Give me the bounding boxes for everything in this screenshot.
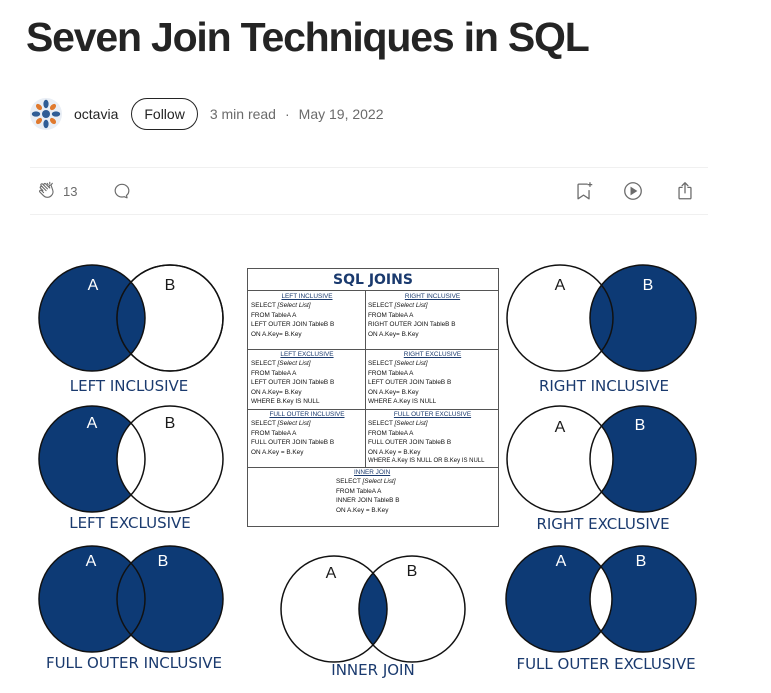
cell-line: SELECT [Select List] [368, 302, 428, 310]
comment-button[interactable] [112, 180, 132, 202]
read-time: 3 min read [209, 106, 276, 122]
listen-button[interactable] [622, 180, 644, 202]
share-icon [674, 180, 696, 202]
sql-cell-left-inclusive: LEFT INCLUSIVE SELECT [Select List] FROM… [251, 292, 363, 339]
cell-line: WHERE B.Key IS NULL [251, 398, 320, 406]
cell-line: FROM TableA A [251, 429, 297, 437]
cell-line: FROM TableA A [368, 429, 414, 437]
cell-heading: RIGHT INCLUSIVE [404, 293, 461, 300]
sql-joins-title: SQL JOINS [248, 269, 498, 291]
cell-heading: LEFT INCLUSIVE [281, 293, 333, 300]
byline: octavia Follow 3 min read · May 19, 2022 [30, 96, 384, 132]
cell-line: LEFT OUTER JOIN TableB B [251, 379, 335, 387]
cell-heading: FULL OUTER EXCLUSIVE [393, 411, 472, 418]
cell-line: ON A.Key= B.Key [368, 388, 419, 396]
cell-line: SELECT [Select List] [251, 302, 311, 310]
venn-label-inner-join: INNER JOIN [331, 661, 414, 679]
cell-line: RIGHT OUTER JOIN TableB B [368, 321, 456, 329]
cell-line: FROM TableA A [368, 311, 414, 319]
venn-label-full-outer-exclusive: FULL OUTER EXCLUSIVE [516, 655, 695, 673]
circle-a-label: A [555, 277, 566, 294]
cell-heading: INNER JOIN [354, 469, 391, 476]
cell-line: LEFT OUTER JOIN TableB B [251, 321, 335, 329]
venn-label-left-inclusive: LEFT INCLUSIVE [70, 377, 189, 395]
cell-line: SELECT [Select List] [251, 360, 311, 368]
cell-line: FROM TableA A [251, 369, 297, 377]
venn-label-full-outer-inclusive: FULL OUTER INCLUSIVE [46, 654, 222, 672]
venn-right-inclusive: A B RIGHT INCLUSIVE [506, 264, 697, 395]
comment-icon [112, 181, 132, 201]
cell-line: ON A.Key = B.Key [368, 448, 421, 456]
cell-line: ON A.Key= B.Key [368, 330, 419, 338]
venn-label-left-exclusive: LEFT EXCLUSIVE [69, 514, 191, 532]
cell-line: INNER JOIN TableB B [336, 497, 400, 505]
cell-line: FULL OUTER JOIN TableB B [368, 439, 452, 447]
cell-line: SELECT [Select List] [368, 420, 428, 428]
play-icon [622, 180, 644, 202]
circle-b-label: B [165, 415, 176, 432]
circle-a-label: A [88, 277, 99, 294]
venn-label-right-exclusive: RIGHT EXCLUSIVE [536, 515, 669, 533]
cell-line: SELECT [Select List] [368, 360, 428, 368]
circle-b-label: B [158, 553, 169, 570]
bookmark-add-icon [573, 180, 595, 202]
circle-a-label: A [87, 415, 98, 432]
circle-b-label: B [636, 553, 647, 570]
circle-b-label: B [635, 417, 646, 434]
cell-heading: LEFT EXCLUSIVE [280, 351, 334, 358]
table-divider [365, 291, 366, 467]
cell-line: FROM TableA A [336, 487, 382, 495]
share-button[interactable] [674, 180, 696, 202]
cell-line: ON A.Key= B.Key [251, 388, 302, 396]
save-button[interactable] [573, 180, 595, 202]
follow-button[interactable]: Follow [131, 98, 198, 130]
cell-line: WHERE A.Key IS NULL OR B.Key IS NULL [368, 458, 485, 465]
venn-label-right-inclusive: RIGHT INCLUSIVE [539, 377, 669, 395]
sql-cell-inner-join: INNER JOIN SELECT [Select List] FROM Tab… [336, 468, 456, 515]
sql-cell-full-outer-exclusive: FULL OUTER EXCLUSIVE SELECT [Select List… [368, 410, 497, 466]
venn-inner-join: A B INNER JOIN [280, 555, 466, 679]
divider-bottom [30, 214, 708, 215]
circle-a-label: A [326, 565, 337, 582]
cell-line: FULL OUTER JOIN TableB B [251, 439, 335, 447]
cell-heading: RIGHT EXCLUSIVE [403, 351, 462, 358]
circle-b-label: B [643, 277, 654, 294]
cell-line: SELECT [Select List] [251, 420, 311, 428]
article-title: Seven Join Techniques in SQL [26, 14, 590, 60]
meta-separator: · [284, 106, 290, 122]
clap-count: 13 [63, 183, 78, 199]
sql-cell-full-outer-inclusive: FULL OUTER INCLUSIVE SELECT [Select List… [251, 410, 363, 457]
cell-line: FROM TableA A [251, 311, 297, 319]
circle-b-label: B [165, 277, 176, 294]
sql-cell-left-exclusive: LEFT EXCLUSIVE SELECT [Select List] FROM… [251, 350, 363, 406]
cell-line: WHERE A.Key IS NULL [368, 398, 437, 406]
venn-full-outer-inclusive: A B FULL OUTER INCLUSIVE [38, 545, 224, 672]
sql-cell-right-inclusive: RIGHT INCLUSIVE SELECT [Select List] FRO… [368, 292, 497, 339]
clap-icon [36, 180, 58, 202]
sql-cell-right-exclusive: RIGHT EXCLUSIVE SELECT [Select List] FRO… [368, 350, 497, 406]
venn-right-exclusive: A B RIGHT EXCLUSIVE [506, 405, 697, 533]
cell-line: ON A.Key = B.Key [336, 506, 389, 514]
action-bar: 13 [30, 168, 708, 215]
cell-line: ON A.Key= B.Key [251, 330, 302, 338]
venn-left-exclusive: A B LEFT EXCLUSIVE [38, 405, 224, 532]
cell-line: LEFT OUTER JOIN TableB B [368, 379, 452, 387]
clap-button[interactable]: 13 [36, 180, 77, 202]
circle-a-label: A [86, 553, 97, 570]
cell-heading: FULL OUTER INCLUSIVE [269, 411, 345, 418]
circle-a-label: A [556, 553, 567, 570]
cell-line: ON A.Key = B.Key [251, 448, 304, 456]
cell-line: SELECT [Select List] [336, 478, 396, 486]
author-avatar[interactable] [30, 98, 62, 130]
publish-date: May 19, 2022 [298, 106, 384, 122]
sql-joins-table: SQL JOINS LEFT INCLUSIVE SELECT [Select … [247, 268, 499, 527]
circle-a-label: A [555, 419, 566, 436]
cell-line: FROM TableA A [368, 369, 414, 377]
circle-b-label: B [407, 563, 418, 580]
venn-full-outer-exclusive: A B FULL OUTER EXCLUSIVE [505, 545, 697, 673]
venn-left-inclusive: A B LEFT INCLUSIVE [38, 264, 224, 395]
author-name[interactable]: octavia [74, 106, 118, 122]
